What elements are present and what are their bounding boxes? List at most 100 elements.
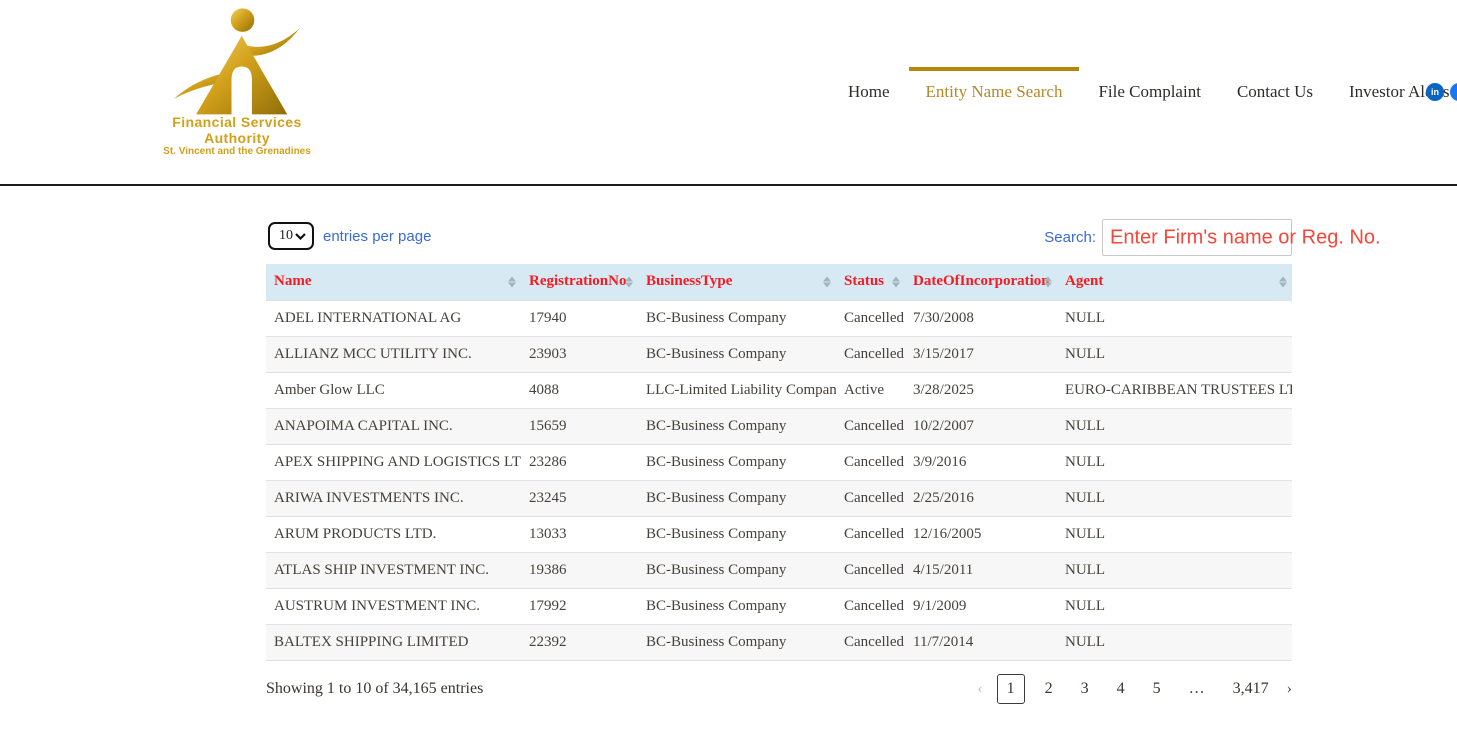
cell-businesstype: BC-Business Company — [638, 624, 836, 660]
cell-agent: NULL — [1057, 588, 1292, 624]
cell-name: ARUM PRODUCTS LTD. — [266, 516, 521, 552]
pagination-pages: 12345…3,417 — [991, 674, 1283, 704]
cell-businesstype: BC-Business Company — [638, 408, 836, 444]
cell-businesstype: BC-Business Company — [638, 336, 836, 372]
table-body: ADEL INTERNATIONAL AG17940BC-Business Co… — [266, 300, 1292, 660]
column-label: Name — [274, 273, 312, 289]
entities-table: Name RegistrationNo BusinessType Status … — [266, 264, 1292, 661]
cell-dateofincorporation: 3/15/2017 — [905, 336, 1057, 372]
search-label: Search: — [1044, 229, 1096, 246]
cell-dateofincorporation: 10/2/2007 — [905, 408, 1057, 444]
cell-status: Cancelled — [836, 444, 905, 480]
cell-businesstype: BC-Business Company — [638, 300, 836, 336]
page-button-4[interactable]: 4 — [1109, 677, 1133, 701]
cell-name: ATLAS SHIP INVESTMENT INC. — [266, 552, 521, 588]
cell-agent: NULL — [1057, 480, 1292, 516]
cell-dateofincorporation: 3/28/2025 — [905, 372, 1057, 408]
nav-item-file-complaint[interactable]: File Complaint — [1098, 82, 1200, 102]
brand-subtitle: St. Vincent and the Grenadines — [148, 146, 326, 157]
page-button-3,417[interactable]: 3,417 — [1225, 677, 1277, 701]
main-content: 10 entries per page Search: Enter Firm's… — [266, 186, 1292, 704]
search-field: Enter Firm's name or Reg. No. — [1102, 219, 1292, 256]
facebook-icon[interactable]: f — [1450, 83, 1457, 101]
table-row: ALLIANZ MCC UTILITY INC.23903BC-Business… — [266, 336, 1292, 372]
sort-icon — [823, 276, 831, 287]
search-control: Search: Enter Firm's name or Reg. No. — [1044, 219, 1292, 256]
cell-agent: NULL — [1057, 300, 1292, 336]
cell-businesstype: BC-Business Company — [638, 444, 836, 480]
cell-name: BALTEX SHIPPING LIMITED — [266, 624, 521, 660]
gold-person-figure-icon — [157, 6, 317, 116]
table-row: AUSTRUM INVESTMENT INC.17992BC-Business … — [266, 588, 1292, 624]
brand-logo: Financial Services Authority St. Vincent… — [148, 6, 326, 157]
linkedin-icon[interactable]: in — [1426, 83, 1444, 101]
pagination: ‹ 12345…3,417 › — [977, 674, 1292, 704]
pagination-next-icon[interactable]: › — [1287, 680, 1292, 698]
table-row: ARUM PRODUCTS LTD.13033BC-Business Compa… — [266, 516, 1292, 552]
table-row: ANAPOIMA CAPITAL INC.15659BC-Business Co… — [266, 408, 1292, 444]
sort-icon — [1279, 276, 1287, 287]
pagination-prev-icon[interactable]: ‹ — [977, 680, 982, 698]
page-button-5[interactable]: 5 — [1145, 677, 1169, 701]
column-header-dateofincorporation[interactable]: DateOfIncorporation — [905, 264, 1057, 300]
page-button-1[interactable]: 1 — [997, 674, 1025, 704]
active-tab-indicator — [909, 67, 1080, 71]
cell-dateofincorporation: 11/7/2014 — [905, 624, 1057, 660]
cell-status: Active — [836, 372, 905, 408]
page-button-3[interactable]: 3 — [1073, 677, 1097, 701]
cell-name: ARIWA INVESTMENTS INC. — [266, 480, 521, 516]
sort-icon — [508, 276, 516, 287]
cell-registrationno: 17940 — [521, 300, 638, 336]
table-row: APEX SHIPPING AND LOGISTICS LTD.23286BC-… — [266, 444, 1292, 480]
social-icons: in f — [1426, 83, 1457, 101]
nav-item-contact-us[interactable]: Contact Us — [1237, 82, 1313, 102]
main-nav: Home Entity Name Search File Complaint C… — [848, 0, 1450, 184]
cell-agent: NULL — [1057, 624, 1292, 660]
cell-businesstype: BC-Business Company — [638, 588, 836, 624]
entries-info: Showing 1 to 10 of 34,165 entries — [266, 680, 483, 698]
nav-item-label: Entity Name Search — [926, 82, 1063, 101]
cell-registrationno: 23286 — [521, 444, 638, 480]
table-row: Amber Glow LLC4088LLC-Limited Liability … — [266, 372, 1292, 408]
cell-businesstype: BC-Business Company — [638, 480, 836, 516]
column-header-businesstype[interactable]: BusinessType — [638, 264, 836, 300]
cell-status: Cancelled — [836, 408, 905, 444]
cell-dateofincorporation: 4/15/2011 — [905, 552, 1057, 588]
page-size-control: 10 entries per page — [268, 222, 431, 250]
cell-status: Cancelled — [836, 624, 905, 660]
page-button-2[interactable]: 2 — [1037, 677, 1061, 701]
nav-item-home[interactable]: Home — [848, 82, 890, 102]
cell-businesstype: LLC-Limited Liability Company — [638, 372, 836, 408]
cell-name: AUSTRUM INVESTMENT INC. — [266, 588, 521, 624]
cell-registrationno: 19386 — [521, 552, 638, 588]
cell-status: Cancelled — [836, 300, 905, 336]
column-label: Status — [844, 273, 884, 289]
cell-agent: NULL — [1057, 444, 1292, 480]
cell-registrationno: 23903 — [521, 336, 638, 372]
cell-status: Cancelled — [836, 588, 905, 624]
table-row: ATLAS SHIP INVESTMENT INC.19386BC-Busine… — [266, 552, 1292, 588]
column-header-agent[interactable]: Agent — [1057, 264, 1292, 300]
search-input[interactable] — [1102, 219, 1292, 256]
brand-title: Financial Services Authority — [148, 114, 326, 146]
cell-agent: NULL — [1057, 516, 1292, 552]
column-header-registrationno[interactable]: RegistrationNo — [521, 264, 638, 300]
column-label: Agent — [1065, 273, 1103, 289]
cell-registrationno: 13033 — [521, 516, 638, 552]
cell-dateofincorporation: 7/30/2008 — [905, 300, 1057, 336]
cell-name: ALLIANZ MCC UTILITY INC. — [266, 336, 521, 372]
table-row: ARIWA INVESTMENTS INC.23245BC-Business C… — [266, 480, 1292, 516]
cell-status: Cancelled — [836, 516, 905, 552]
table-footer: Showing 1 to 10 of 34,165 entries ‹ 1234… — [266, 674, 1292, 704]
table-controls: 10 entries per page Search: Enter Firm's… — [266, 186, 1292, 264]
page-size-select[interactable]: 10 — [268, 222, 314, 250]
sort-icon — [892, 276, 900, 287]
sort-icon — [625, 276, 633, 287]
table-row: BALTEX SHIPPING LIMITED22392BC-Business … — [266, 624, 1292, 660]
cell-businesstype: BC-Business Company — [638, 516, 836, 552]
nav-item-entity-name-search[interactable]: Entity Name Search — [926, 82, 1063, 102]
column-header-name[interactable]: Name — [266, 264, 521, 300]
sort-icon — [1044, 276, 1052, 287]
site-header: Financial Services Authority St. Vincent… — [0, 0, 1457, 184]
column-header-status[interactable]: Status — [836, 264, 905, 300]
